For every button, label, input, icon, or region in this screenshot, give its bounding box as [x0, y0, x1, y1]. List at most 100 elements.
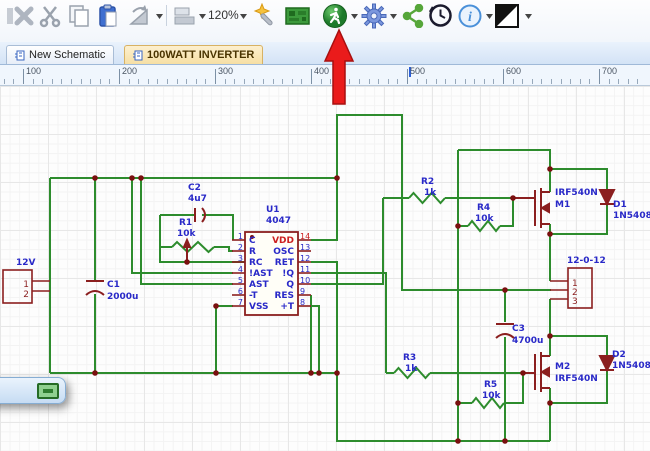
ruler-tick: [464, 79, 466, 84]
align-button[interactable]: [171, 2, 198, 29]
ruler-tick: [493, 79, 495, 84]
c3-value: 4700u: [512, 336, 543, 346]
ruler-tick: [224, 79, 226, 84]
ruler-tick: [541, 79, 543, 84]
ic-pin-number-2: 2: [238, 243, 243, 252]
theme-dropdown-caret[interactable]: [524, 12, 533, 20]
ruler-tick: [522, 79, 524, 84]
zoom-level-select[interactable]: 120%: [208, 8, 239, 22]
floating-mini-panel[interactable]: [0, 377, 66, 404]
run-simulation-button[interactable]: [321, 2, 348, 29]
history-button[interactable]: [427, 2, 454, 29]
delete-button[interactable]: [10, 2, 37, 29]
ruler-tick: [234, 79, 236, 84]
mosfet-M2: [523, 352, 550, 392]
ic-pin-number-8: 8: [300, 298, 305, 307]
theme-contrast-icon: [495, 3, 519, 28]
ruler-tick: [119, 69, 120, 84]
ruler-tick: [455, 79, 456, 84]
c1-ref: C1: [107, 280, 120, 290]
mosfet-M1: [513, 188, 550, 228]
r4-value: 10k: [475, 214, 495, 224]
rotate-button[interactable]: [126, 2, 153, 29]
cut-button[interactable]: [37, 2, 64, 29]
align-dropdown-caret[interactable]: [198, 12, 207, 20]
copy-button[interactable]: [65, 2, 92, 29]
ruler-tick: [32, 79, 34, 84]
info-button[interactable]: i: [456, 2, 483, 29]
scissors-icon: [39, 5, 60, 27]
tab-100watt-inverter[interactable]: 100WATT INVERTER: [124, 45, 264, 64]
wire-net[interactable]: [49, 114, 608, 442]
pcb-board-icon: [285, 6, 310, 25]
r1-ref: R1: [179, 218, 192, 228]
ruler-tick: [330, 79, 332, 84]
ruler-tick: [291, 79, 293, 84]
ic-pin-name-7: VSS: [249, 302, 269, 312]
share-button[interactable]: [399, 2, 426, 29]
ruler-tick: [531, 79, 533, 84]
ruler-tick: [608, 79, 610, 84]
wizard-button[interactable]: [252, 2, 279, 29]
ruler-tick: [339, 79, 341, 84]
ruler-tick: [42, 79, 44, 84]
m2-ref: M2: [555, 362, 570, 372]
ic-pin-name-9: RES: [274, 291, 294, 301]
c1-value: 2000u: [107, 292, 138, 302]
ic-pin-number-5: 5: [238, 276, 243, 285]
ruler-tick: [589, 79, 591, 84]
history-clock-icon: [428, 4, 452, 27]
magic-wand-icon: [253, 2, 273, 25]
toolbar-separator: [166, 5, 167, 26]
ruler-tick-label: 700: [602, 66, 618, 76]
ruler-tick: [551, 79, 552, 84]
r3-ref: R3: [403, 353, 416, 363]
paste-button[interactable]: [95, 2, 122, 29]
rotate-dropdown-caret[interactable]: [155, 12, 164, 20]
zoom-dropdown-caret[interactable]: [239, 12, 248, 20]
capacitor-C1: [85, 280, 105, 296]
c3-ref: C3: [512, 324, 525, 334]
source-pin-1: 1: [23, 280, 29, 290]
ruler-tick: [301, 79, 303, 84]
ruler-tick-label: 100: [26, 66, 42, 76]
theme-button[interactable]: [494, 2, 521, 29]
ruler-tick: [311, 69, 312, 84]
u1-ref: U1: [266, 205, 280, 215]
copy-icon: [68, 4, 89, 27]
ruler-tick: [445, 79, 447, 84]
pcb-button[interactable]: [284, 2, 311, 29]
ruler-tick-label: 200: [122, 66, 138, 76]
ruler-tick: [61, 79, 63, 84]
info-dropdown-caret[interactable]: [485, 12, 494, 20]
ruler-tick: [205, 79, 207, 84]
r2-ref: R2: [421, 177, 434, 187]
ic-pin-number-4: 4: [238, 265, 243, 274]
ruler-tick: [435, 79, 437, 84]
ruler-tick: [23, 69, 24, 84]
schematic-drawing: 12V 1 2 C1 2000u C2 4u7 R1 10k U1 4047 R…: [2, 114, 650, 444]
settings-button[interactable]: [360, 2, 387, 29]
m1-part: IRF540N: [555, 188, 598, 198]
ruler-tick: [253, 79, 255, 84]
ruler-tick: [618, 79, 620, 84]
ic-pin-name-4: !AST: [249, 269, 274, 279]
ruler-tick: [157, 79, 159, 84]
ruler-tick: [570, 79, 572, 84]
ic-pin-number-10: 10: [300, 276, 310, 285]
ruler-tick: [51, 79, 53, 84]
ruler-tick: [474, 79, 476, 84]
ruler-tick: [627, 79, 629, 84]
run-dropdown-caret[interactable]: [350, 12, 359, 20]
ic-pin-number-12: 12: [300, 254, 310, 263]
ruler-tick: [560, 79, 562, 84]
r1-value: 10k: [177, 229, 197, 239]
ruler-tick: [426, 79, 428, 84]
ruler-tick: [407, 69, 408, 84]
settings-dropdown-caret[interactable]: [389, 12, 398, 20]
ruler-tick: [637, 79, 639, 84]
r3-value: 1k: [405, 364, 418, 374]
tab-new-schematic[interactable]: New Schematic: [6, 45, 115, 64]
ruler-tick: [483, 79, 485, 84]
document-tab-bar: New Schematic 100WATT INVERTER: [0, 42, 650, 65]
